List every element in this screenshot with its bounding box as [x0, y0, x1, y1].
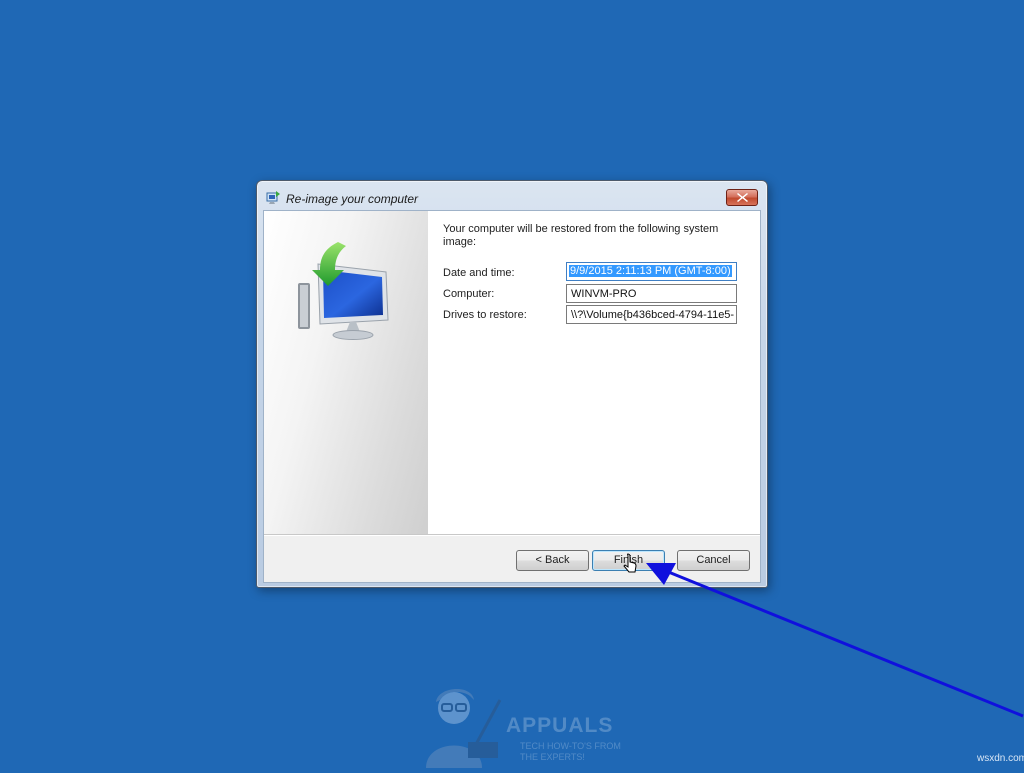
computer-label: Computer:	[443, 288, 495, 300]
watermark-tagline: TECH HOW-TO'S FROM THE EXPERTS!	[520, 741, 621, 763]
close-button[interactable]	[726, 189, 758, 206]
mouse-pointer-icon	[623, 553, 637, 573]
date-time-field[interactable]: 9/9/2015 2:11:13 PM (GMT-8:00)	[566, 262, 737, 281]
drives-field[interactable]: \\?\Volume{b436bced-4794-11e5-	[566, 305, 737, 324]
close-icon	[737, 193, 748, 202]
backup-app-icon	[265, 190, 281, 206]
restore-computer-icon	[298, 242, 389, 340]
title-bar[interactable]: Re-image your computer	[257, 181, 767, 210]
watermark-brand: APPUALS	[506, 714, 614, 737]
wizard-content: Your computer will be restored from the …	[428, 211, 760, 534]
cancel-button[interactable]: Cancel	[677, 550, 750, 571]
site-credit: wsxdn.com	[977, 753, 1024, 764]
wizard-side-panel	[264, 211, 428, 534]
intro-text: Your computer will be restored from the …	[443, 223, 719, 248]
mascot-icon	[426, 688, 502, 768]
button-separator	[264, 534, 760, 536]
window-title: Re-image your computer	[286, 192, 419, 206]
date-time-label: Date and time:	[443, 267, 515, 279]
drives-label: Drives to restore:	[443, 309, 527, 321]
watermark-tagline-2: THE EXPERTS!	[520, 752, 585, 762]
appuals-watermark: APPUALS TECH HOW-TO'S FROM THE EXPERTS!	[412, 680, 622, 768]
dialog-client-area: Your computer will be restored from the …	[263, 210, 761, 583]
reimage-dialog: Re-image your computer Your computer wil…	[256, 180, 768, 588]
date-time-value: 9/9/2015 2:11:13 PM (GMT-8:00)	[569, 265, 732, 277]
watermark-tagline-1: TECH HOW-TO'S FROM	[520, 741, 621, 751]
back-button[interactable]: < Back	[516, 550, 589, 571]
computer-field[interactable]: WINVM-PRO	[566, 284, 737, 303]
